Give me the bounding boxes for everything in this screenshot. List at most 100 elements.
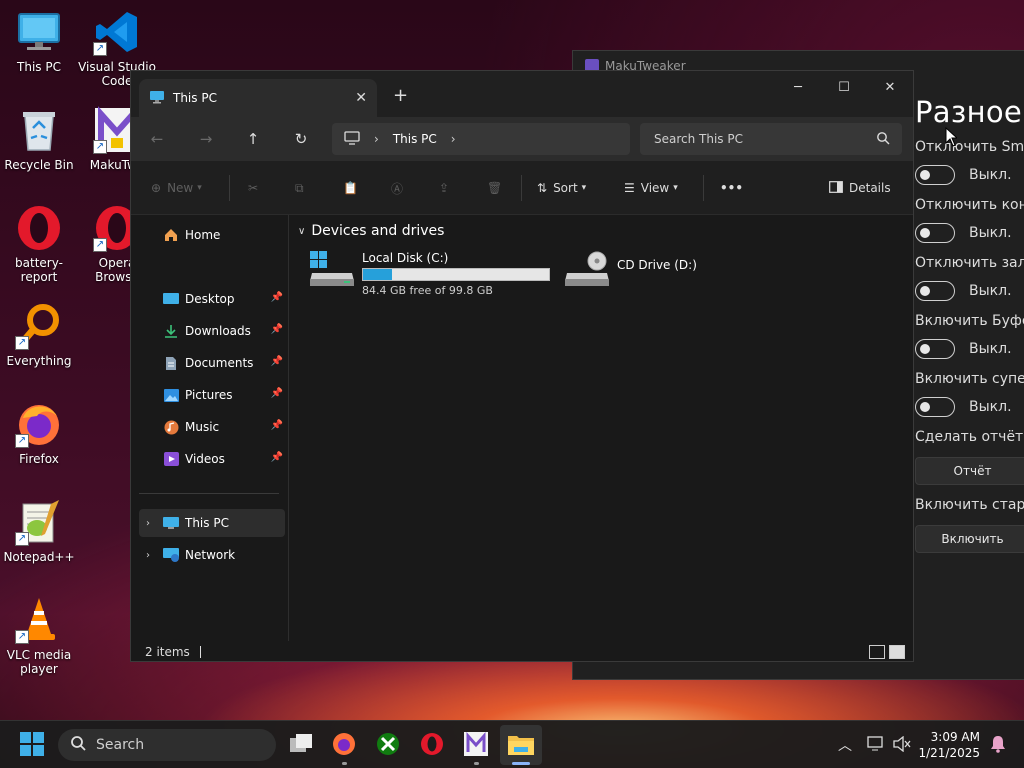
delete-button[interactable]: 🗑 bbox=[487, 176, 502, 200]
enable-button[interactable]: Включить bbox=[915, 525, 1024, 553]
shortcut-arrow-icon: ↗ bbox=[15, 532, 29, 546]
taskbar-xbox[interactable] bbox=[372, 729, 404, 761]
cut-button[interactable]: ✂ bbox=[248, 176, 258, 200]
taskbar-opera[interactable] bbox=[416, 729, 448, 761]
running-indicator bbox=[474, 762, 479, 765]
taskbar-file-explorer[interactable] bbox=[505, 729, 537, 761]
pin-icon[interactable]: 📌 bbox=[271, 452, 283, 463]
share-button[interactable]: ⇪ bbox=[439, 176, 449, 200]
up-button[interactable]: ↑ bbox=[240, 127, 266, 151]
sort-button[interactable]: ⇅ Sort ▾ bbox=[537, 176, 586, 200]
minimize-button[interactable]: ─ bbox=[775, 71, 821, 103]
tray-network[interactable] bbox=[866, 735, 886, 755]
tab-close-icon[interactable]: ✕ bbox=[355, 90, 367, 106]
pin-icon[interactable]: 📌 bbox=[271, 356, 283, 367]
desktop-icon-battery-report[interactable]: battery-report bbox=[0, 204, 78, 284]
breadcrumb-this-pc[interactable]: This PC bbox=[393, 132, 437, 146]
desktop-icon-everything[interactable]: ↗ Everything bbox=[0, 302, 78, 368]
arrow-left-icon: ← bbox=[150, 130, 164, 148]
option-label: Сделать отчёт о bbox=[915, 429, 1024, 445]
sidebar-item-home[interactable]: Home bbox=[139, 221, 285, 249]
details-view-toggle-icon[interactable] bbox=[869, 645, 885, 659]
tray-overflow-button[interactable]: ︿ bbox=[835, 735, 855, 755]
address-bar[interactable]: › This PC › bbox=[332, 123, 630, 155]
copy-icon: ⧉ bbox=[295, 180, 304, 195]
desktop-icon-recycle-bin[interactable]: Recycle Bin bbox=[0, 106, 78, 172]
taskbar: Search ︿ 3:09 AM 1/21/2025 bbox=[0, 720, 1024, 768]
pin-icon[interactable]: 📌 bbox=[271, 388, 283, 399]
taskbar-task-view[interactable] bbox=[286, 729, 318, 761]
search-input[interactable]: Search This PC bbox=[640, 123, 902, 155]
opera-icon bbox=[420, 732, 444, 759]
new-tab-button[interactable]: + bbox=[393, 85, 408, 106]
tray-volume[interactable] bbox=[892, 735, 912, 755]
sidebar-item-desktop[interactable]: Desktop 📌 bbox=[139, 285, 285, 313]
chevron-right-icon[interactable]: › bbox=[451, 132, 456, 146]
forward-button[interactable]: → bbox=[193, 127, 219, 151]
sidebar-item-videos[interactable]: Videos 📌 bbox=[139, 445, 285, 473]
option-toggle[interactable] bbox=[915, 281, 955, 301]
rename-button[interactable]: Ⓐ bbox=[391, 176, 403, 200]
tiles-view-toggle-icon[interactable] bbox=[889, 645, 905, 659]
task-view-icon bbox=[290, 733, 314, 757]
monitor-icon bbox=[163, 515, 179, 531]
tab-this-pc[interactable]: This PC ✕ bbox=[139, 79, 377, 117]
taskbar-makutweaker[interactable] bbox=[460, 729, 492, 761]
paste-button[interactable]: 📋 bbox=[343, 176, 358, 200]
drive-local-disk-c[interactable]: Local Disk (C:) 84.4 GB free of 99.8 GB bbox=[310, 251, 550, 297]
desktop-icon-firefox[interactable]: ↗ Firefox bbox=[0, 400, 78, 466]
pin-icon[interactable]: 📌 bbox=[271, 324, 283, 335]
running-indicator bbox=[342, 762, 347, 765]
maximize-button[interactable]: ☐ bbox=[821, 71, 867, 103]
view-label: View bbox=[640, 181, 670, 195]
start-button[interactable] bbox=[16, 729, 48, 761]
option-toggle[interactable] bbox=[915, 339, 955, 359]
drive-cd-d[interactable]: CD Drive (D:) bbox=[565, 251, 697, 287]
sidebar-item-documents[interactable]: Documents 📌 bbox=[139, 349, 285, 377]
option-toggle[interactable] bbox=[915, 397, 955, 417]
desktop-icon-notepadpp[interactable]: ↗ Notepad++ bbox=[0, 498, 78, 564]
chevron-right-icon[interactable]: › bbox=[374, 132, 379, 146]
search-icon bbox=[70, 735, 86, 755]
new-button[interactable]: ⊕ New ▾ bbox=[151, 176, 202, 200]
file-explorer-window[interactable]: This PC ✕ + ─ ☐ ✕ ← → ↑ ↻ › This PC › Se… bbox=[130, 70, 914, 662]
rename-icon: Ⓐ bbox=[391, 181, 404, 196]
view-button[interactable]: ☰ View ▾ bbox=[624, 176, 678, 200]
option-row: Отключить кон Выкл. bbox=[915, 197, 1024, 243]
copy-button[interactable]: ⧉ bbox=[295, 176, 304, 200]
toggle-state: Выкл. bbox=[969, 399, 1012, 415]
report-button[interactable]: Отчёт bbox=[915, 457, 1024, 485]
shortcut-arrow-icon: ↗ bbox=[93, 140, 107, 154]
chevron-right-icon[interactable]: › bbox=[141, 518, 155, 529]
desktop-icon-this-pc[interactable]: This PC bbox=[0, 8, 78, 74]
refresh-button[interactable]: ↻ bbox=[288, 127, 314, 151]
shortcut-arrow-icon: ↗ bbox=[93, 238, 107, 252]
option-toggle[interactable] bbox=[915, 223, 955, 243]
sidebar-item-network[interactable]: › Network bbox=[139, 541, 285, 569]
sidebar-item-pictures[interactable]: Pictures 📌 bbox=[139, 381, 285, 409]
chevron-up-icon: ︿ bbox=[838, 738, 852, 754]
more-options-button[interactable]: ••• bbox=[720, 176, 743, 200]
notifications-button[interactable] bbox=[988, 735, 1008, 755]
chevron-down-icon: ▾ bbox=[197, 183, 202, 193]
monitor-icon bbox=[15, 8, 63, 56]
sidebar-item-music[interactable]: Music 📌 bbox=[139, 413, 285, 441]
toggle-state: Выкл. bbox=[969, 225, 1012, 241]
recycle-bin-icon bbox=[15, 106, 63, 154]
pin-icon[interactable]: 📌 bbox=[271, 420, 283, 431]
taskbar-search-box[interactable]: Search bbox=[58, 729, 276, 761]
chevron-right-icon[interactable]: › bbox=[141, 550, 155, 561]
group-header-devices[interactable]: ∨ Devices and drives bbox=[298, 223, 444, 239]
option-toggle[interactable] bbox=[915, 165, 955, 185]
monitor-icon bbox=[149, 89, 165, 108]
system-clock[interactable]: 3:09 AM 1/21/2025 bbox=[918, 729, 980, 761]
sidebar-item-downloads[interactable]: Downloads 📌 bbox=[139, 317, 285, 345]
download-arrow-icon bbox=[163, 323, 179, 339]
pin-icon[interactable]: 📌 bbox=[271, 292, 283, 303]
desktop-icon-vlc[interactable]: ↗ VLC media player bbox=[0, 596, 78, 676]
details-button[interactable]: Details bbox=[829, 176, 891, 200]
taskbar-firefox[interactable] bbox=[328, 729, 360, 761]
close-button[interactable]: ✕ bbox=[867, 71, 913, 103]
sidebar-item-this-pc[interactable]: › This PC bbox=[139, 509, 285, 537]
back-button[interactable]: ← bbox=[144, 127, 170, 151]
